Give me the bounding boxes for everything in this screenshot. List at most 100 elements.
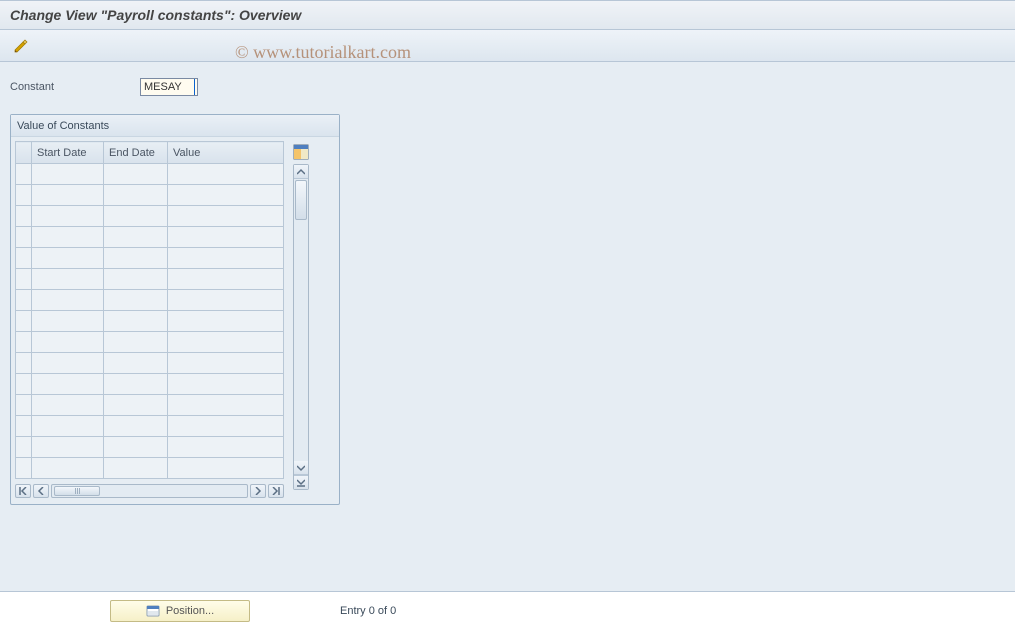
- table-row[interactable]: [16, 269, 284, 290]
- toolbar: [0, 30, 1015, 62]
- cell-end-date[interactable]: [104, 416, 168, 437]
- cell-start-date[interactable]: [32, 353, 104, 374]
- cell-end-date[interactable]: [104, 269, 168, 290]
- column-value[interactable]: Value: [168, 142, 284, 164]
- cell-start-date[interactable]: [32, 164, 104, 185]
- row-selector[interactable]: [16, 269, 32, 290]
- vscroll-track[interactable]: [294, 179, 308, 461]
- cell-start-date[interactable]: [32, 395, 104, 416]
- cell-value[interactable]: [168, 206, 284, 227]
- cell-end-date[interactable]: [104, 353, 168, 374]
- column-selector[interactable]: [16, 142, 32, 164]
- table-row[interactable]: [16, 290, 284, 311]
- scroll-right-icon[interactable]: [250, 484, 266, 498]
- cell-end-date[interactable]: [104, 437, 168, 458]
- cell-value[interactable]: [168, 185, 284, 206]
- row-selector[interactable]: [16, 164, 32, 185]
- cell-value[interactable]: [168, 353, 284, 374]
- cell-start-date[interactable]: [32, 185, 104, 206]
- cell-value[interactable]: [168, 332, 284, 353]
- cell-end-date[interactable]: [104, 227, 168, 248]
- table-row[interactable]: [16, 437, 284, 458]
- scroll-down-icon[interactable]: [294, 461, 308, 475]
- scroll-first-icon[interactable]: [15, 484, 31, 498]
- scroll-left-icon[interactable]: [33, 484, 49, 498]
- table-row[interactable]: [16, 164, 284, 185]
- cell-end-date[interactable]: [104, 206, 168, 227]
- cell-value[interactable]: [168, 269, 284, 290]
- position-button[interactable]: Position...: [110, 600, 250, 622]
- table-row[interactable]: [16, 353, 284, 374]
- column-end-date[interactable]: End Date: [104, 142, 168, 164]
- cell-start-date[interactable]: [32, 206, 104, 227]
- row-selector[interactable]: [16, 185, 32, 206]
- table-row[interactable]: [16, 458, 284, 479]
- row-selector[interactable]: [16, 290, 32, 311]
- row-selector[interactable]: [16, 332, 32, 353]
- table-settings-button[interactable]: [291, 142, 311, 162]
- table-row[interactable]: [16, 185, 284, 206]
- cell-end-date[interactable]: [104, 395, 168, 416]
- row-selector[interactable]: [16, 353, 32, 374]
- vertical-scrollbar[interactable]: [293, 164, 309, 490]
- row-selector[interactable]: [16, 248, 32, 269]
- cell-start-date[interactable]: [32, 269, 104, 290]
- row-selector[interactable]: [16, 437, 32, 458]
- cell-value[interactable]: [168, 164, 284, 185]
- cell-value[interactable]: [168, 374, 284, 395]
- cell-end-date[interactable]: [104, 164, 168, 185]
- scroll-bottom-icon[interactable]: [294, 475, 308, 489]
- hscroll-track[interactable]: [51, 484, 248, 498]
- constant-input[interactable]: [140, 78, 198, 96]
- scroll-up-icon[interactable]: [294, 165, 308, 179]
- row-selector[interactable]: [16, 395, 32, 416]
- horizontal-scrollbar[interactable]: [15, 481, 284, 500]
- table-row[interactable]: [16, 416, 284, 437]
- pencil-icon: [13, 38, 29, 54]
- cell-end-date[interactable]: [104, 332, 168, 353]
- cell-start-date[interactable]: [32, 248, 104, 269]
- table-row[interactable]: [16, 332, 284, 353]
- table-row[interactable]: [16, 227, 284, 248]
- cell-start-date[interactable]: [32, 374, 104, 395]
- cell-end-date[interactable]: [104, 311, 168, 332]
- change-button[interactable]: [10, 35, 32, 57]
- cell-value[interactable]: [168, 311, 284, 332]
- cell-start-date[interactable]: [32, 416, 104, 437]
- cell-end-date[interactable]: [104, 458, 168, 479]
- row-selector[interactable]: [16, 227, 32, 248]
- table-row[interactable]: [16, 374, 284, 395]
- cell-start-date[interactable]: [32, 332, 104, 353]
- cell-value[interactable]: [168, 458, 284, 479]
- cell-end-date[interactable]: [104, 248, 168, 269]
- table-row[interactable]: [16, 395, 284, 416]
- row-selector[interactable]: [16, 374, 32, 395]
- cell-value[interactable]: [168, 437, 284, 458]
- cell-end-date[interactable]: [104, 185, 168, 206]
- row-selector[interactable]: [16, 206, 32, 227]
- vscroll-thumb[interactable]: [295, 180, 307, 220]
- cell-start-date[interactable]: [32, 437, 104, 458]
- cell-value[interactable]: [168, 227, 284, 248]
- cell-start-date[interactable]: [32, 227, 104, 248]
- row-selector[interactable]: [16, 416, 32, 437]
- hscroll-thumb[interactable]: [54, 486, 100, 496]
- cell-start-date[interactable]: [32, 458, 104, 479]
- cell-value[interactable]: [168, 416, 284, 437]
- cell-end-date[interactable]: [104, 374, 168, 395]
- row-selector[interactable]: [16, 311, 32, 332]
- title-bar: Change View "Payroll constants": Overvie…: [0, 0, 1015, 30]
- column-start-date[interactable]: Start Date: [32, 142, 104, 164]
- cell-value[interactable]: [168, 290, 284, 311]
- table-row[interactable]: [16, 248, 284, 269]
- work-area: © www.tutorialkart.com Constant Value of…: [0, 62, 1015, 592]
- table-row[interactable]: [16, 206, 284, 227]
- cell-end-date[interactable]: [104, 290, 168, 311]
- row-selector[interactable]: [16, 458, 32, 479]
- cell-value[interactable]: [168, 248, 284, 269]
- cell-value[interactable]: [168, 395, 284, 416]
- cell-start-date[interactable]: [32, 290, 104, 311]
- table-row[interactable]: [16, 311, 284, 332]
- cell-start-date[interactable]: [32, 311, 104, 332]
- scroll-last-icon[interactable]: [268, 484, 284, 498]
